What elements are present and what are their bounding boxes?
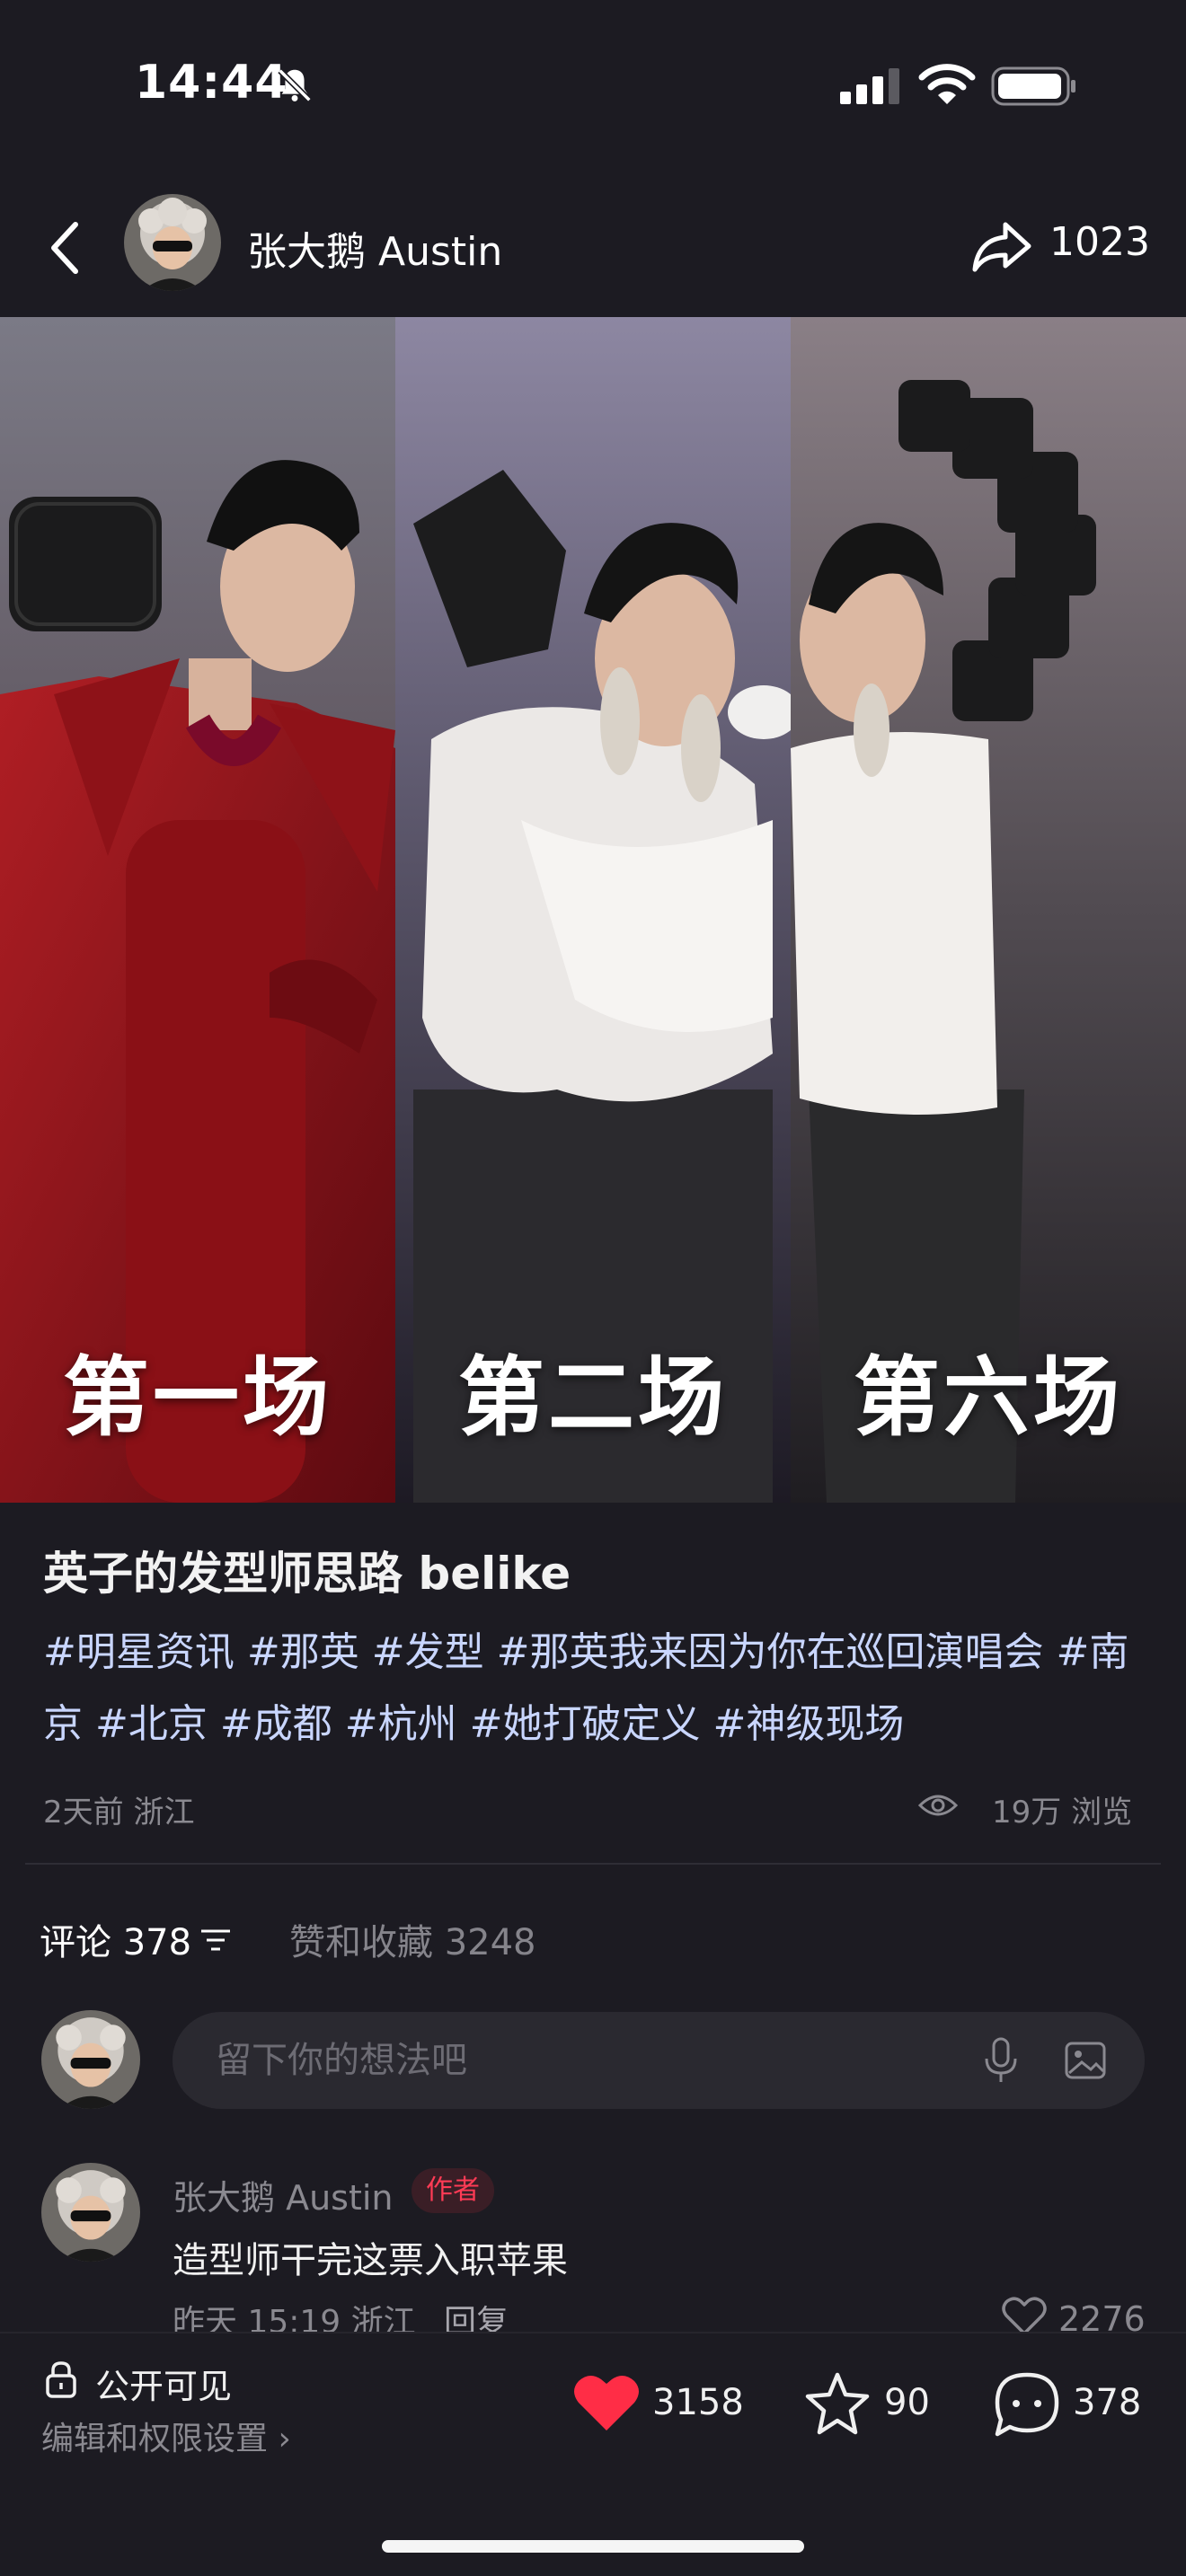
status-bar: 14:44 [0,0,1186,171]
view-count: 19万 浏览 [992,1795,1133,1831]
comment-bubble-icon[interactable] [992,2369,1062,2439]
back-button[interactable] [40,212,93,284]
comment-text: 造型师干完这票入职苹果 [173,2240,568,2281]
lock-icon [46,2361,76,2398]
post-image[interactable]: 第一场 第二场 第六场 [0,317,1186,1503]
hashtag[interactable]: #发型 [372,1629,484,1675]
cellular-signal-icon [840,68,899,104]
commenter-avatar[interactable] [41,2163,140,2262]
author-badge: 作者 [412,2168,494,2213]
battery-icon [991,66,1075,106]
divider [25,1863,1161,1865]
share-icon[interactable] [966,210,1038,282]
post-title: 英子的发型师思路 belike [43,1548,571,1600]
photo-panel-1: 第一场 [0,317,395,1503]
edit-permissions-link[interactable]: 编辑和权限设置 › [41,2413,291,2459]
tab-comments[interactable]: 评论 378 [40,1913,191,1965]
hashtag[interactable]: #神级现场 [713,1701,905,1747]
favorite-count: 90 [884,2382,930,2423]
header: 张大鹅 Austin 1023 [0,180,1186,314]
share-count: 1023 [1049,219,1150,265]
panel-label-2: 第二场 [458,1347,728,1448]
my-avatar [41,2010,140,2109]
image-icon[interactable] [1064,2039,1107,2082]
status-time: 14:44 [135,56,288,110]
comment-count: 378 [1073,2382,1142,2423]
note-detail-page: 14:44 张大鹅 Austin 1023 第一场 第二场 第六场 英子的发型师… [0,0,1186,2576]
hashtag[interactable]: #她打破定义 [470,1701,701,1747]
photo-panel-2: 第二场 [395,317,791,1503]
panel-label-1: 第一场 [63,1347,332,1448]
comment-input[interactable] [216,2012,952,2109]
wifi-icon [918,64,976,104]
hashtag[interactable]: #杭州 [345,1701,457,1747]
bell-off-icon [278,68,312,102]
heart-filled-icon[interactable] [571,2371,642,2434]
post-time-location: 2天前 浙江 [43,1795,195,1831]
panel-label-3: 第六场 [854,1347,1123,1448]
visibility-label: 公开可见 [95,2367,233,2406]
tab-likes-favorites[interactable]: 赞和收藏 3248 [289,1913,536,1965]
home-indicator[interactable] [382,2540,804,2553]
hashtag[interactable]: #成都 [220,1701,332,1747]
hashtag[interactable]: #那英我来因为你在巡回演唱会 [497,1629,1044,1675]
eye-icon [918,1795,958,1816]
photo-panel-3: 第六场 [791,317,1186,1503]
author-avatar[interactable] [124,194,221,291]
hashtag[interactable]: #北京 [95,1701,208,1747]
commenter-name[interactable]: 张大鹅 Austin [173,2170,394,2219]
hashtag[interactable]: #明星资讯 [43,1629,235,1675]
bottom-action-bar: 公开可见 编辑和权限设置 › 3158 90 378 [0,2332,1186,2576]
hashtag-list: #明星资讯 #那英 #发型 #那英我来因为你在巡回演唱会 #南京 #北京 #成都 #杭州 #她打… [43,1617,1157,1760]
sort-icon[interactable] [199,1928,232,1953]
comment-input-box[interactable] [173,2012,1145,2109]
like-count: 3158 [652,2382,744,2423]
microphone-icon[interactable] [981,2037,1021,2084]
hashtag[interactable]: #那英 [247,1629,359,1675]
author-name[interactable]: 张大鹅 Austin [247,219,502,277]
star-icon[interactable] [803,2369,872,2438]
